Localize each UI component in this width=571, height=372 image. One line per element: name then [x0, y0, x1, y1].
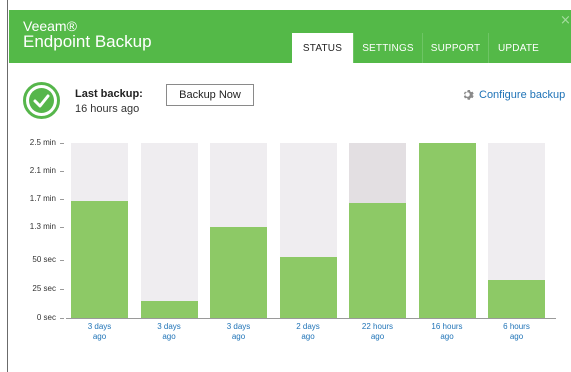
tab-settings[interactable]: SETTINGS — [353, 33, 422, 63]
app-logo: Veeam® Endpoint Backup — [23, 19, 152, 51]
bar[interactable] — [140, 300, 198, 318]
y-tick-label: 25 sec — [32, 283, 56, 293]
bar[interactable] — [488, 279, 545, 318]
y-tick-mark — [60, 259, 64, 261]
close-icon[interactable]: × — [560, 14, 571, 27]
x-tick-label[interactable]: 2 days ago — [279, 322, 337, 342]
x-tick-label-line: 2 days — [296, 322, 320, 331]
status-ok-badge — [23, 82, 60, 119]
bar[interactable] — [418, 143, 476, 318]
gear-icon — [463, 90, 474, 100]
check-icon — [29, 88, 54, 113]
x-tick-label[interactable]: 3 days ago — [71, 322, 129, 342]
x-tick-label-line: ago — [370, 332, 385, 341]
x-tick-label-line: 3 days — [157, 322, 181, 331]
x-tick-label-line: ago — [509, 332, 524, 341]
tab-status[interactable]: STATUS — [292, 33, 353, 63]
x-tick-label-line: 3 days — [226, 322, 251, 331]
bar[interactable] — [279, 257, 337, 318]
bar[interactable] — [349, 202, 406, 318]
tab-support[interactable]: SUPPORT — [422, 33, 488, 63]
x-tick-label-line: 3 days — [87, 322, 112, 331]
x-tick-label-line: ago — [231, 332, 246, 341]
backup-now-button[interactable]: Backup Now — [166, 84, 254, 106]
bar[interactable] — [210, 227, 267, 318]
header-bar: Veeam® Endpoint Backup × STATUS SETTINGS… — [9, 10, 571, 63]
y-tick-label: 1.3 min — [29, 222, 56, 231]
logo-top-text: Veeam® — [23, 18, 77, 34]
x-axis-line — [66, 318, 556, 319]
x-tick-label[interactable]: 6 hours ago — [488, 322, 546, 342]
y-tick-mark — [60, 199, 64, 200]
x-tick-label[interactable]: 3 days ago — [210, 322, 268, 342]
last-backup-label: Last backup: — [75, 88, 143, 100]
y-tick-label: 1.7 min — [29, 194, 56, 203]
last-backup-value: 16 hours ago — [75, 103, 140, 115]
y-tick-mark — [60, 171, 64, 172]
tab-bar: STATUS SETTINGS SUPPORT UPDATE — [292, 33, 548, 63]
y-tick-mark — [60, 143, 64, 144]
y-tick-label: 50 sec — [32, 254, 56, 264]
x-tick-label[interactable]: 22 hours ago — [349, 322, 407, 342]
x-tick-label-line: ago — [440, 332, 454, 341]
y-tick-mark — [60, 227, 64, 228]
backup-duration-chart: 0 sec 25 sec 50 sec 1.3 min 1.7 min 2.1 min 2.… — [0, 135, 571, 355]
y-tick-label: 2.5 min — [29, 138, 56, 147]
x-tick-label-line: ago — [162, 332, 176, 341]
y-tick-mark — [60, 318, 64, 319]
x-tick-label[interactable]: 3 days ago — [140, 322, 198, 342]
y-tick-mark — [60, 288, 64, 290]
x-tick-label-line: 6 hours — [503, 322, 530, 331]
y-tick-label: 0 sec — [36, 313, 56, 322]
y-tick-label: 2.1 min — [29, 166, 56, 175]
x-tick-label-line: 22 hours — [361, 322, 394, 331]
x-tick-label-line: ago — [301, 332, 315, 341]
x-tick-label-line: 16 hours — [431, 322, 463, 331]
configure-backup-link[interactable]: Configure backup — [461, 88, 565, 101]
bar[interactable] — [71, 201, 128, 318]
configure-backup-label: Configure backup — [479, 88, 566, 101]
bar-track[interactable] — [140, 143, 198, 318]
x-tick-label[interactable]: 16 hours ago — [418, 322, 476, 342]
logo-bottom-text: Endpoint Backup — [23, 32, 152, 51]
app-window: Veeam® Endpoint Backup × STATUS SETTINGS… — [0, 0, 571, 372]
x-tick-label-line: ago — [92, 332, 107, 341]
tab-update[interactable]: UPDATE — [488, 33, 548, 63]
